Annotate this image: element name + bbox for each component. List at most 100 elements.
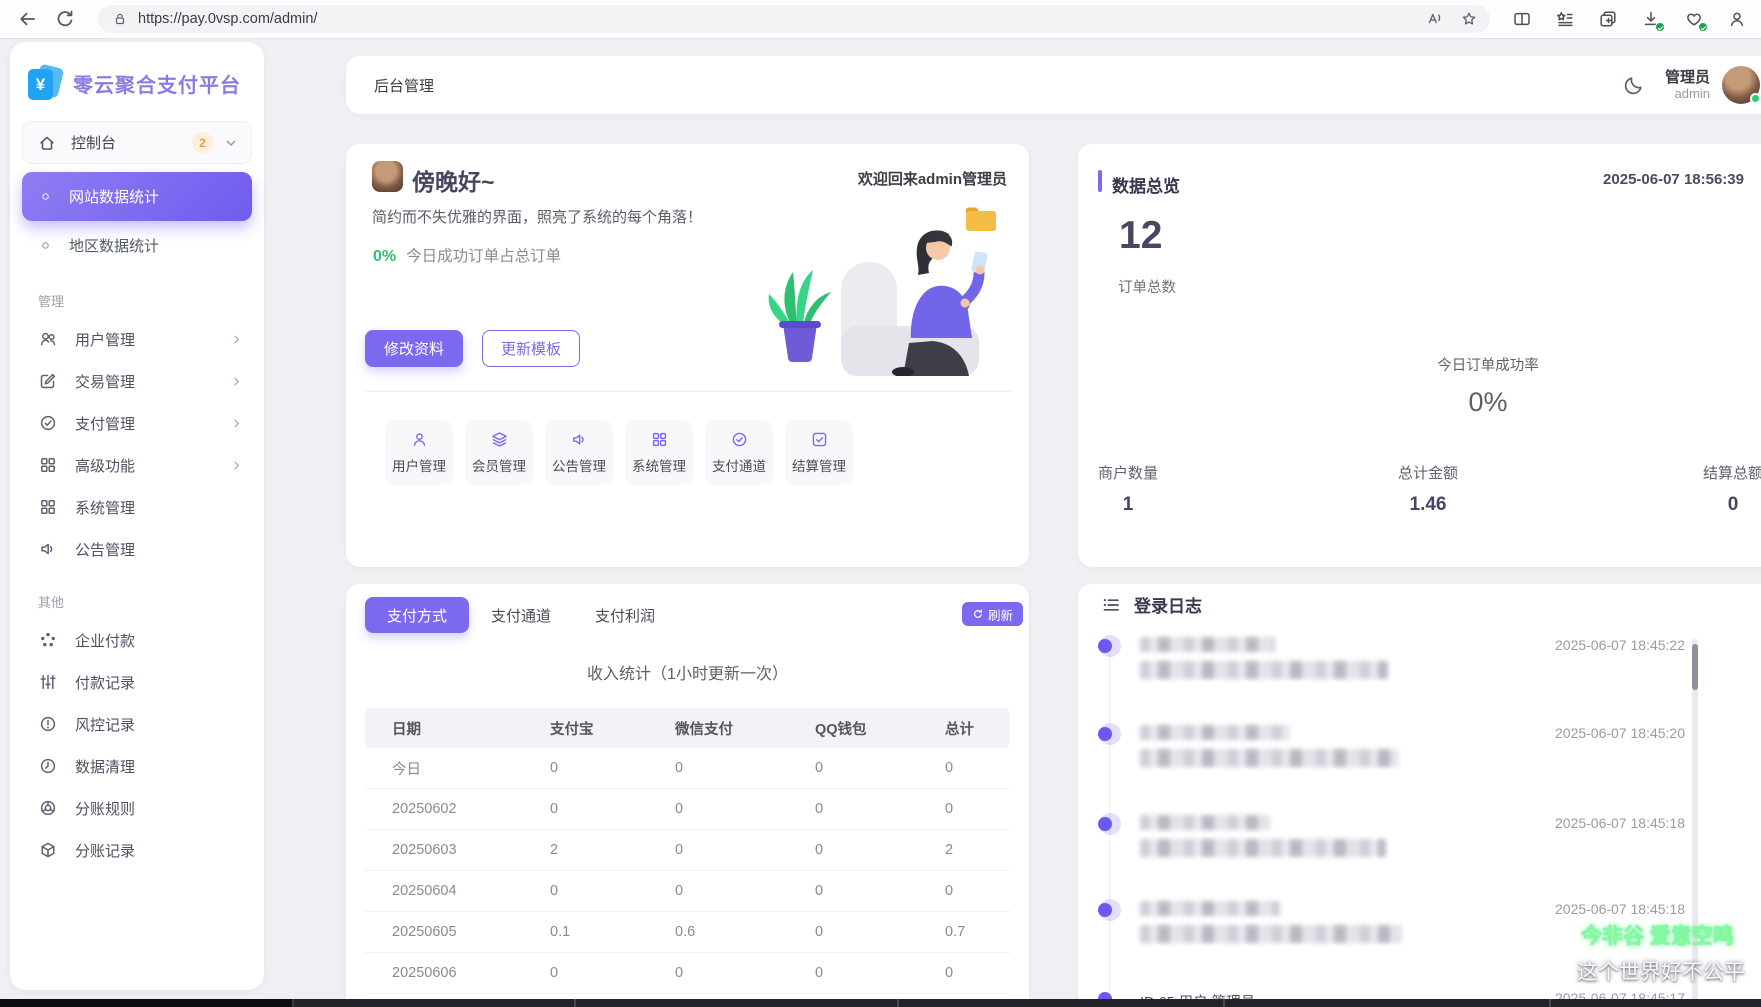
grid-icon (41, 500, 55, 514)
favorite-star-icon (1462, 12, 1476, 25)
sidebar-item-console[interactable]: 控制台 2 (22, 121, 252, 164)
home-icon (40, 136, 54, 150)
timeline-dot-icon (1098, 727, 1112, 741)
payment-tabs: 支付方式 支付通道 支付利润 (365, 597, 677, 633)
success-rate: 今日订单成功率 0% (1408, 354, 1568, 418)
edit-icon (40, 373, 56, 389)
dot-circle-icon (42, 241, 49, 249)
log-entry: 2025-06-07 18:45:22 (1098, 635, 1761, 717)
split-screen-icon[interactable] (1512, 9, 1532, 29)
overview-stat: 总计金额 1.46 (1397, 465, 1458, 515)
login-log-title: 登录日志 (1134, 597, 1202, 616)
sidebar-item[interactable]: 企业付款 (10, 619, 264, 661)
collections-icon[interactable] (1598, 9, 1618, 29)
brand-logo-icon: ¥ (28, 63, 65, 101)
redacted-text (1140, 901, 1280, 916)
welcome-back-text: 欢迎回来admin管理员 (857, 171, 1007, 188)
profile-icon (1730, 12, 1744, 27)
chevron-right-icon (234, 335, 239, 343)
redacted-text (1140, 815, 1270, 830)
profile-icon[interactable] (1727, 9, 1747, 29)
table-row: 20250604 0 0 0 0 (365, 871, 1010, 912)
table-header: 日期 支付宝 微信支付 QQ钱包 总计 (365, 708, 1010, 748)
overview-stat: 商户数量 1 (1097, 465, 1158, 515)
collections-icon (1600, 11, 1616, 27)
alert-icon (40, 716, 56, 732)
chevron-right-icon (234, 377, 239, 385)
orders-total: 12 (1119, 214, 1163, 257)
column-header: 支付宝 (550, 721, 594, 738)
refresh-button[interactable]: 刷新 (961, 602, 1023, 626)
quick-action-系统管理[interactable]: 系统管理 (625, 420, 693, 485)
users-icon (40, 332, 56, 346)
browser-essentials-icon[interactable] (1684, 9, 1708, 32)
data-overview-card: 数据总览 2025-06-07 18:56:39 12 订单总数 今日订单成功率… (1078, 144, 1761, 567)
list-icon (1103, 598, 1119, 611)
sidebar-item[interactable]: 支付管理 (10, 402, 264, 444)
check-square-icon (812, 432, 826, 447)
sidebar-item[interactable]: 用户管理 (10, 318, 264, 360)
reload-icon[interactable] (54, 8, 76, 30)
sidebar-item[interactable]: 付款记录 (10, 661, 264, 703)
sidebar-item[interactable]: 分账规则 (10, 787, 264, 829)
refresh-label: 刷新 (987, 608, 1013, 623)
sidebar-menu: 管理 用户管理 交易管理 支付管理 高级功能 系统管理 公告管理 其他 企业付款 付款记录 风控记录… (10, 269, 264, 871)
table-row: 20250605 0.1 0.6 0 0.7 (365, 912, 1010, 953)
read-aloud-icon (1428, 13, 1441, 24)
quick-action-用户管理[interactable]: 用户管理 (385, 420, 453, 485)
console-label: 控制台 (71, 135, 117, 152)
scrollbar-thumb[interactable] (1692, 644, 1698, 690)
favorites-bar-icon[interactable] (1555, 9, 1575, 29)
green-check-badge (1698, 22, 1708, 32)
taskbar-strip (0, 999, 1761, 1007)
section-label: 其他 (38, 595, 65, 610)
orders-total-label: 订单总数 (1118, 280, 1176, 296)
sidebar-item[interactable]: 交易管理 (10, 360, 264, 402)
column-header: QQ钱包 (815, 721, 867, 738)
welcome-subtitle: 简约而不失优雅的界面，照亮了系统的每个角落！ (372, 209, 703, 226)
avatar[interactable] (1722, 66, 1761, 104)
sidebar-item[interactable]: 数据清理 (10, 745, 264, 787)
log-entry: 2025-06-07 18:45:18 (1098, 813, 1761, 895)
quick-action-支付通道[interactable]: 支付通道 (705, 420, 773, 485)
tab-支付利润[interactable]: 支付利润 (573, 597, 677, 633)
url-text: https://pay.0vsp.com/admin/ (138, 11, 318, 27)
moon-icon[interactable] (1623, 74, 1645, 96)
downloads-icon[interactable] (1641, 9, 1665, 32)
sidebar-item[interactable]: 风控记录 (10, 703, 264, 745)
tab-支付通道[interactable]: 支付通道 (469, 597, 573, 633)
quick-action-会员管理[interactable]: 会员管理 (465, 420, 533, 485)
grid-icon (41, 458, 55, 472)
log-entry-time: 2025-06-07 18:45:22 (1555, 637, 1685, 653)
success-rate-label: 今日订单成功率 (1437, 358, 1539, 374)
column-header: 总计 (945, 721, 974, 738)
green-check-badge (1655, 22, 1665, 32)
check-circle-icon (40, 415, 56, 431)
back-icon[interactable] (16, 8, 38, 30)
cube-icon (41, 842, 55, 858)
tab-支付方式[interactable]: 支付方式 (365, 597, 470, 633)
address-bar[interactable]: https://pay.0vsp.com/admin/ (98, 5, 1490, 33)
sidebar-subitem[interactable]: 地区数据统计 (22, 225, 252, 265)
quick-action-公告管理[interactable]: 公告管理 (545, 420, 613, 485)
success-rate-value: 0% (1468, 387, 1508, 417)
sidebar-item[interactable]: 公告管理 (10, 528, 264, 570)
table-row: 今日 0 0 0 0 (365, 748, 1010, 789)
quick-action-结算管理[interactable]: 结算管理 (785, 420, 853, 485)
greeting: 傍晚好~ (412, 169, 495, 195)
edit-profile-button[interactable]: 修改资料 (365, 330, 463, 367)
sidebar-subitem[interactable]: 网站数据统计 (22, 172, 252, 221)
brand-title: 零云聚合支付平台 (73, 73, 241, 97)
scrollbar-track (1692, 639, 1698, 1007)
watermark-line2: 这个世界好不公平 (1577, 961, 1745, 984)
sidebar-item[interactable]: 分账记录 (10, 829, 264, 871)
table-row: 20250603 2 0 0 2 (365, 830, 1010, 871)
income-table-title: 收入统计（1小时更新一次） (587, 666, 788, 683)
split-screen-icon (1514, 12, 1530, 26)
redacted-text (1140, 839, 1386, 857)
sidebar-item[interactable]: 高级功能 (10, 444, 264, 486)
update-template-button[interactable]: 更新模板 (482, 330, 580, 367)
sidebar-item[interactable]: 系统管理 (10, 486, 264, 528)
page-title: 后台管理 (374, 77, 435, 95)
folder-icon (966, 207, 996, 231)
